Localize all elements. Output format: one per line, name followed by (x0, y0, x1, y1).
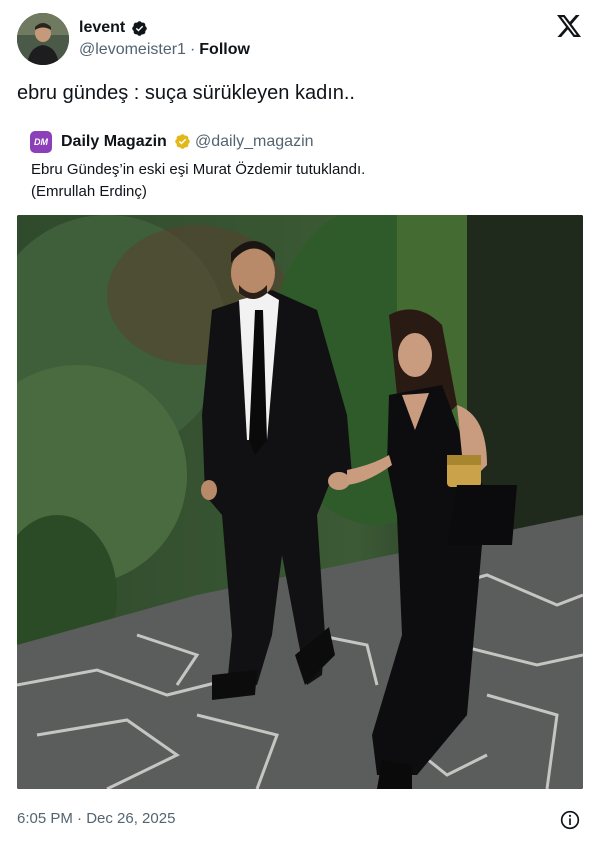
quote-text-line: Ebru Gündeş’in eski eşi Murat Özdemir tu… (31, 161, 366, 178)
x-logo-icon[interactable] (557, 15, 581, 37)
quote-handle[interactable]: @daily_magazin (195, 132, 314, 152)
separator-dot: · (189, 41, 196, 58)
author-handle[interactable]: @levomeister1 (79, 41, 186, 58)
follow-button[interactable]: Follow (199, 41, 250, 58)
author-handle-row: @levomeister1 · Follow (79, 40, 250, 60)
tweet-text: ebru gündeş : suça sürükleyen kadın.. (17, 82, 355, 104)
tweet-photo[interactable] (17, 215, 583, 789)
gold-verified-badge-icon (175, 134, 190, 149)
author-display-name[interactable]: levent (79, 18, 125, 38)
quote-display-name[interactable]: Daily Magazin (61, 132, 167, 152)
quote-avatar[interactable]: DM (30, 131, 52, 153)
tweet-timestamp[interactable]: 6:05 PM · Dec 26, 2025 (17, 809, 175, 829)
quote-text-line: (Emrullah Erdinç) (31, 183, 147, 200)
author-avatar[interactable] (17, 13, 69, 65)
info-icon[interactable] (560, 810, 580, 830)
quote-text: Ebru Gündeş’in eski eşi Murat Özdemir tu… (31, 159, 571, 203)
verified-badge-icon (132, 21, 147, 36)
